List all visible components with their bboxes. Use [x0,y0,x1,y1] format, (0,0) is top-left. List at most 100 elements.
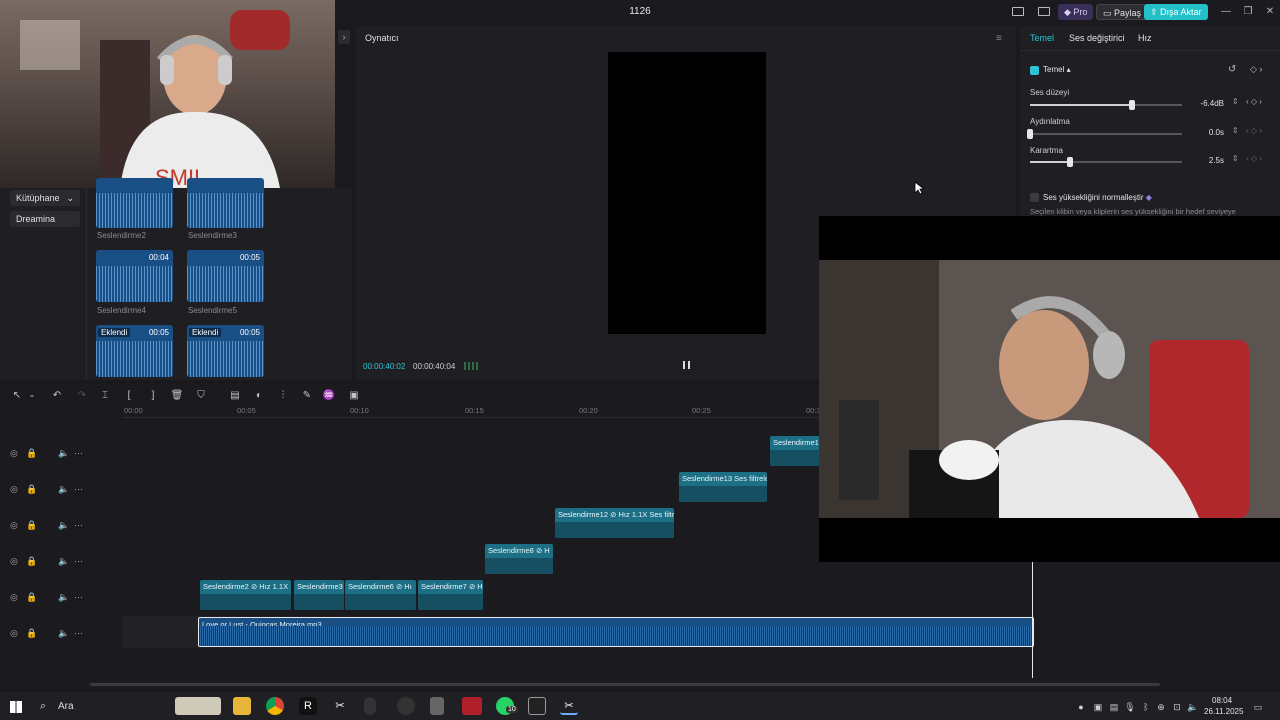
tray-app-icon[interactable]: ▣ [1092,701,1104,713]
adjust-icon[interactable]: ⫶ [276,390,290,402]
stepper-icon[interactable]: ⇕ [1232,97,1239,106]
app-r-icon[interactable]: R [299,697,317,715]
bluetooth-icon[interactable]: ᛒ [1140,701,1152,713]
layout-icon[interactable] [1012,7,1024,16]
shortcut-icon[interactable] [1038,7,1050,16]
clock-date[interactable]: 26.11.2025 [1204,707,1243,716]
audio-clip[interactable]: Seslendirme3 [294,580,344,610]
pause-icon[interactable] [682,360,692,370]
shield-icon[interactable]: ⛉ [194,390,208,402]
folder-icon[interactable] [233,697,251,715]
keyframe-icon[interactable]: ‹ ◇ › [1246,126,1262,135]
menu-icon[interactable]: ≡ [996,33,1002,44]
speaker-icon[interactable]: 🔈 [58,592,69,603]
audio-clip[interactable]: Seslendirme8 ⊘ H [485,544,553,574]
normalize-checkbox[interactable] [1030,193,1039,202]
music-clip[interactable]: Love or Lust - Quincas Moreira.mp3 [198,617,1034,647]
audio-clip[interactable]: Seslendirme13 Ses filtreler [679,472,767,502]
close-icon[interactable]: ✕ [1262,4,1278,20]
media-thumb[interactable]: Eklendi 00:05 [187,325,264,377]
volume-icon[interactable]: 🔈 [1187,701,1199,713]
undo-icon[interactable]: ↶ [50,390,64,402]
capcut-active-icon[interactable]: ✂ [560,697,578,715]
keyframe-icon[interactable]: ‹ ◇ › [1246,97,1262,106]
fadein-value[interactable]: 0.0s [1182,126,1224,140]
nav-library[interactable]: Kütüphane ⌄ [10,190,80,206]
speaker-icon[interactable]: 🔈 [58,628,69,639]
effect-icon[interactable]: ◐ [252,390,266,402]
more-icon[interactable]: ⋯ [74,448,83,459]
keyframe-icon[interactable]: ◇ › [1250,64,1262,75]
panel-collapse-button[interactable]: › [338,30,350,44]
caption-icon[interactable]: ▣ [347,390,361,402]
delete-icon[interactable]: 🗑 [170,390,184,402]
more-icon[interactable]: ⋯ [74,592,83,603]
video-canvas[interactable] [608,52,766,334]
mouse-app-icon[interactable] [364,697,376,715]
basic-checkbox[interactable] [1030,66,1039,75]
tray-app-icon[interactable]: ● [1075,701,1087,713]
trim-left-icon[interactable]: [ [122,390,136,402]
tray-app-icon[interactable]: ▤ [1108,701,1120,713]
audio-clip[interactable]: Seslendirme2 ⊘ Hız 1.1X [200,580,291,610]
globe-icon[interactable]: ⊕ [1155,701,1167,713]
taskbar-search[interactable]: Ara [58,701,74,712]
more-icon[interactable]: ⋯ [74,556,83,567]
speaker-icon[interactable]: 🔈 [58,520,69,531]
lock-icon[interactable]: 🔒 [26,628,37,639]
stepper-icon[interactable]: ⇕ [1232,154,1239,163]
whatsapp-icon[interactable]: 10 [496,697,518,715]
eye-icon[interactable]: ◎ [10,520,18,531]
media-thumb[interactable]: 00:05 [187,250,264,302]
eye-icon[interactable]: ◎ [10,628,18,639]
video-app-icon[interactable] [462,697,482,715]
media-thumb[interactable]: Eklendi 00:05 [96,325,173,377]
keyframe-icon[interactable]: ‹ ◇ › [1246,154,1262,163]
eye-icon[interactable]: ◎ [10,556,18,567]
share-button[interactable]: ▭ Paylaş [1096,4,1149,20]
lock-icon[interactable]: 🔒 [26,520,37,531]
reset-icon[interactable]: ↺ [1228,64,1236,75]
audio-clip[interactable]: Seslendirme16 [770,436,820,466]
notification-icon[interactable]: ▭ [1252,701,1264,713]
tab-speed[interactable]: Hız [1138,33,1152,43]
speaker-icon[interactable]: 🔈 [58,556,69,567]
waveform-icon[interactable] [464,362,478,370]
pro-button[interactable]: ◆ Pro [1058,4,1094,20]
chrome-icon[interactable] [266,697,284,715]
media-thumb[interactable] [187,178,264,228]
fadeout-value[interactable]: 2.5s [1182,154,1224,168]
subtitle-icon[interactable]: ▤ [228,390,242,402]
chevron-down-icon[interactable]: ⌄ [25,390,39,402]
audio-wave-icon[interactable]: ♒ [322,390,336,402]
select-tool-icon[interactable]: ↖ [10,390,24,402]
more-icon[interactable]: ⋯ [74,520,83,531]
split-icon[interactable]: ⌶ [98,390,112,402]
audio-clip[interactable]: Seslendirme6 ⊘ Hı [345,580,416,610]
audio-clip[interactable]: Seslendirme7 ⊘ H [418,580,483,610]
eye-icon[interactable]: ◎ [10,484,18,495]
tab-basic[interactable]: Temel [1030,33,1054,43]
obs-icon[interactable] [397,697,415,715]
volume-value[interactable]: -6.4dB [1182,97,1224,111]
maximize-icon[interactable]: ❐ [1240,4,1256,20]
export-button[interactable]: ⇪ Dışa Aktar [1144,4,1208,20]
trim-right-icon[interactable]: ] [146,390,160,402]
tray-mic-icon[interactable]: 🎙 [1124,701,1136,713]
capcut-icon[interactable]: ✂ [331,697,349,715]
more-icon[interactable]: ⋯ [74,484,83,495]
clock-time[interactable]: 08:04 [1212,696,1232,705]
lock-icon[interactable]: 🔒 [26,592,37,603]
speaker-icon[interactable]: 🔈 [58,484,69,495]
tab-voice-changer[interactable]: Ses değiştirici [1069,33,1125,43]
eye-icon[interactable]: ◎ [10,592,18,603]
start-icon[interactable] [10,701,22,713]
lock-icon[interactable]: 🔒 [26,556,37,567]
redo-icon[interactable]: ↷ [75,390,89,402]
volume-slider[interactable] [1030,100,1182,110]
more-icon[interactable]: ⋯ [74,628,83,639]
speaker-icon[interactable]: 🔈 [58,448,69,459]
camera-icon[interactable]: ⊡ [1171,701,1183,713]
nav-dreamina[interactable]: Dreamina [10,211,80,227]
timeline-scrollbar[interactable] [90,683,1160,686]
